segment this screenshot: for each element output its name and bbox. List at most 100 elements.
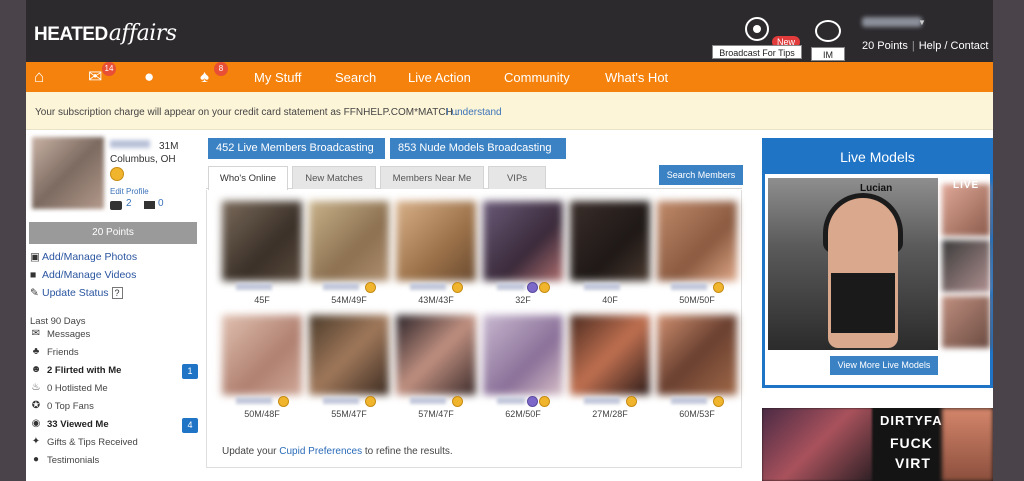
flame-icon: ♨ (31, 382, 41, 393)
testimonials-label: Testimonials (47, 455, 100, 466)
broadcast-for-tips-button[interactable]: New Broadcast For Tips (712, 17, 802, 59)
tab-vips[interactable]: VIPs (488, 166, 546, 189)
member-age: 50M/48F (244, 409, 280, 419)
gifts-tips-row[interactable]: ✦ Gifts & Tips Received (30, 436, 200, 452)
crown-icon (539, 282, 550, 293)
home-icon[interactable]: ⌂ (34, 66, 44, 88)
friends-row[interactable]: ♣ Friends (30, 346, 200, 362)
mail-icon[interactable]: ✉ 14 (88, 62, 116, 88)
flirted-row[interactable]: ☻ 2 Flirted with Me 1 (30, 364, 200, 380)
member-age: 43M/43F (418, 295, 454, 305)
member-photo[interactable] (309, 201, 389, 281)
left-sidebar: 31M Columbus, OH Edit Profile 2 0 20 Poi… (26, 130, 206, 481)
cupid-preferences-link[interactable]: Cupid Preferences (279, 446, 362, 457)
live-model-stream[interactable]: Lucian (768, 178, 938, 350)
member-name-blurred[interactable] (671, 283, 707, 290)
nav-my-stuff[interactable]: My Stuff (254, 70, 301, 85)
profile-name-blurred[interactable] (110, 140, 150, 148)
nude-models-button[interactable]: 853 Nude Models Broadcasting (390, 138, 566, 159)
points-link[interactable]: 20 Points (862, 40, 908, 52)
billing-notice: Your subscription charge will appear on … (26, 92, 993, 130)
member-grid: 45F 54M/49F 43M/43F 32F 40F 50M/50F 50M/… (206, 190, 742, 468)
messages-row[interactable]: ✉ Messages (30, 328, 200, 344)
live-thumbnail[interactable] (942, 184, 990, 236)
member-photo[interactable] (222, 201, 302, 281)
photo-count[interactable]: 2 (126, 198, 132, 209)
search-members-button[interactable]: Search Members (659, 165, 743, 185)
member-photo[interactable] (657, 315, 737, 395)
star-badge-icon: ✪ (31, 400, 41, 411)
ad-side-image (942, 408, 993, 481)
update-status-label: Update Status (42, 287, 109, 299)
nav-community[interactable]: Community (504, 70, 570, 85)
view-more-live-models-button[interactable]: View More Live Models (830, 356, 938, 375)
hotlisted-row[interactable]: ♨ 0 Hotlisted Me (30, 382, 200, 398)
help-contact-link[interactable]: Help / Contact (919, 40, 989, 52)
member-age: 55M/47F (331, 409, 367, 419)
chevron-down-icon[interactable]: ▼ (918, 18, 926, 27)
video-icon (144, 201, 155, 209)
member-name-blurred[interactable] (323, 283, 359, 290)
nav-live-action[interactable]: Live Action (408, 70, 471, 85)
help-icon[interactable]: ? (111, 287, 123, 299)
viewed-me-row[interactable]: ◉ 33 Viewed Me 4 (30, 418, 200, 434)
nav-search[interactable]: Search (335, 70, 376, 85)
chat-icon[interactable]: ● (144, 66, 154, 88)
member-photo[interactable] (396, 201, 476, 281)
member-name-blurred[interactable] (236, 397, 272, 404)
nav-whats-hot[interactable]: What's Hot (605, 70, 668, 85)
live-thumbnail[interactable] (942, 296, 990, 348)
live-thumbnail[interactable] (942, 240, 990, 292)
gift-icon: ✦ (31, 436, 41, 447)
username-blurred[interactable] (862, 17, 922, 27)
live-model-name: Lucian (860, 183, 893, 194)
tab-new-matches[interactable]: New Matches (292, 166, 376, 189)
add-manage-photos-label: Add/Manage Photos (42, 251, 138, 263)
ad-headline: DIRTYFA (880, 413, 943, 428)
webcam-icon (745, 17, 769, 41)
member-name-blurred[interactable] (236, 283, 272, 290)
live-thumbnails (938, 178, 990, 350)
member-name-blurred[interactable] (671, 397, 707, 404)
member-photo[interactable] (570, 315, 650, 395)
member-name-blurred[interactable] (410, 283, 446, 290)
bell-icon[interactable]: ♠ 8 (200, 62, 228, 88)
member-name-blurred[interactable] (584, 283, 620, 290)
member-photo[interactable] (483, 315, 563, 395)
crown-icon (278, 396, 289, 407)
live-models-panel: Live Models Lucian LIVE View More Live M… (762, 138, 993, 388)
testimonials-row[interactable]: ● Testimonials (30, 454, 200, 470)
avatar[interactable] (32, 137, 104, 209)
site-logo[interactable]: HEATEDaffairs (34, 21, 177, 46)
update-status-link[interactable]: ✎ Update Status? (30, 287, 123, 299)
member-photo[interactable] (309, 315, 389, 395)
model-outfit (831, 273, 895, 333)
member-photo[interactable] (483, 201, 563, 281)
cupid-prefix: Update your (222, 446, 277, 457)
edit-profile-link[interactable]: Edit Profile (110, 187, 149, 196)
i-understand-link[interactable]: I understand (446, 107, 502, 118)
tab-members-near-me[interactable]: Members Near Me (380, 166, 484, 189)
advertisement-banner[interactable]: DIRTYFA FUCK VIRT (762, 408, 993, 481)
top-fans-row[interactable]: ✪ 0 Top Fans (30, 400, 200, 416)
cupid-preferences-note: Update your Cupid Preferences to refine … (222, 446, 453, 457)
member-name-blurred[interactable] (323, 397, 359, 404)
member-name-blurred[interactable] (497, 397, 525, 404)
video-icon: ■ (30, 269, 37, 281)
member-name-blurred[interactable] (584, 397, 620, 404)
member-photo[interactable] (570, 201, 650, 281)
profile-location: Columbus, OH (110, 154, 176, 165)
member-name-blurred[interactable] (497, 283, 525, 290)
member-photo[interactable] (222, 315, 302, 395)
tab-whos-online[interactable]: Who's Online (208, 166, 288, 190)
live-members-button[interactable]: 452 Live Members Broadcasting (208, 138, 385, 159)
member-name-blurred[interactable] (410, 397, 446, 404)
im-button[interactable]: IM (811, 20, 845, 61)
points-bar[interactable]: 20 Points (29, 222, 197, 244)
crown-icon (365, 282, 376, 293)
member-photo[interactable] (396, 315, 476, 395)
add-manage-photos-link[interactable]: ▣ Add/Manage Photos (30, 251, 137, 263)
member-photo[interactable] (657, 201, 737, 281)
video-count[interactable]: 0 (158, 198, 164, 209)
add-manage-videos-link[interactable]: ■ Add/Manage Videos (30, 269, 136, 281)
